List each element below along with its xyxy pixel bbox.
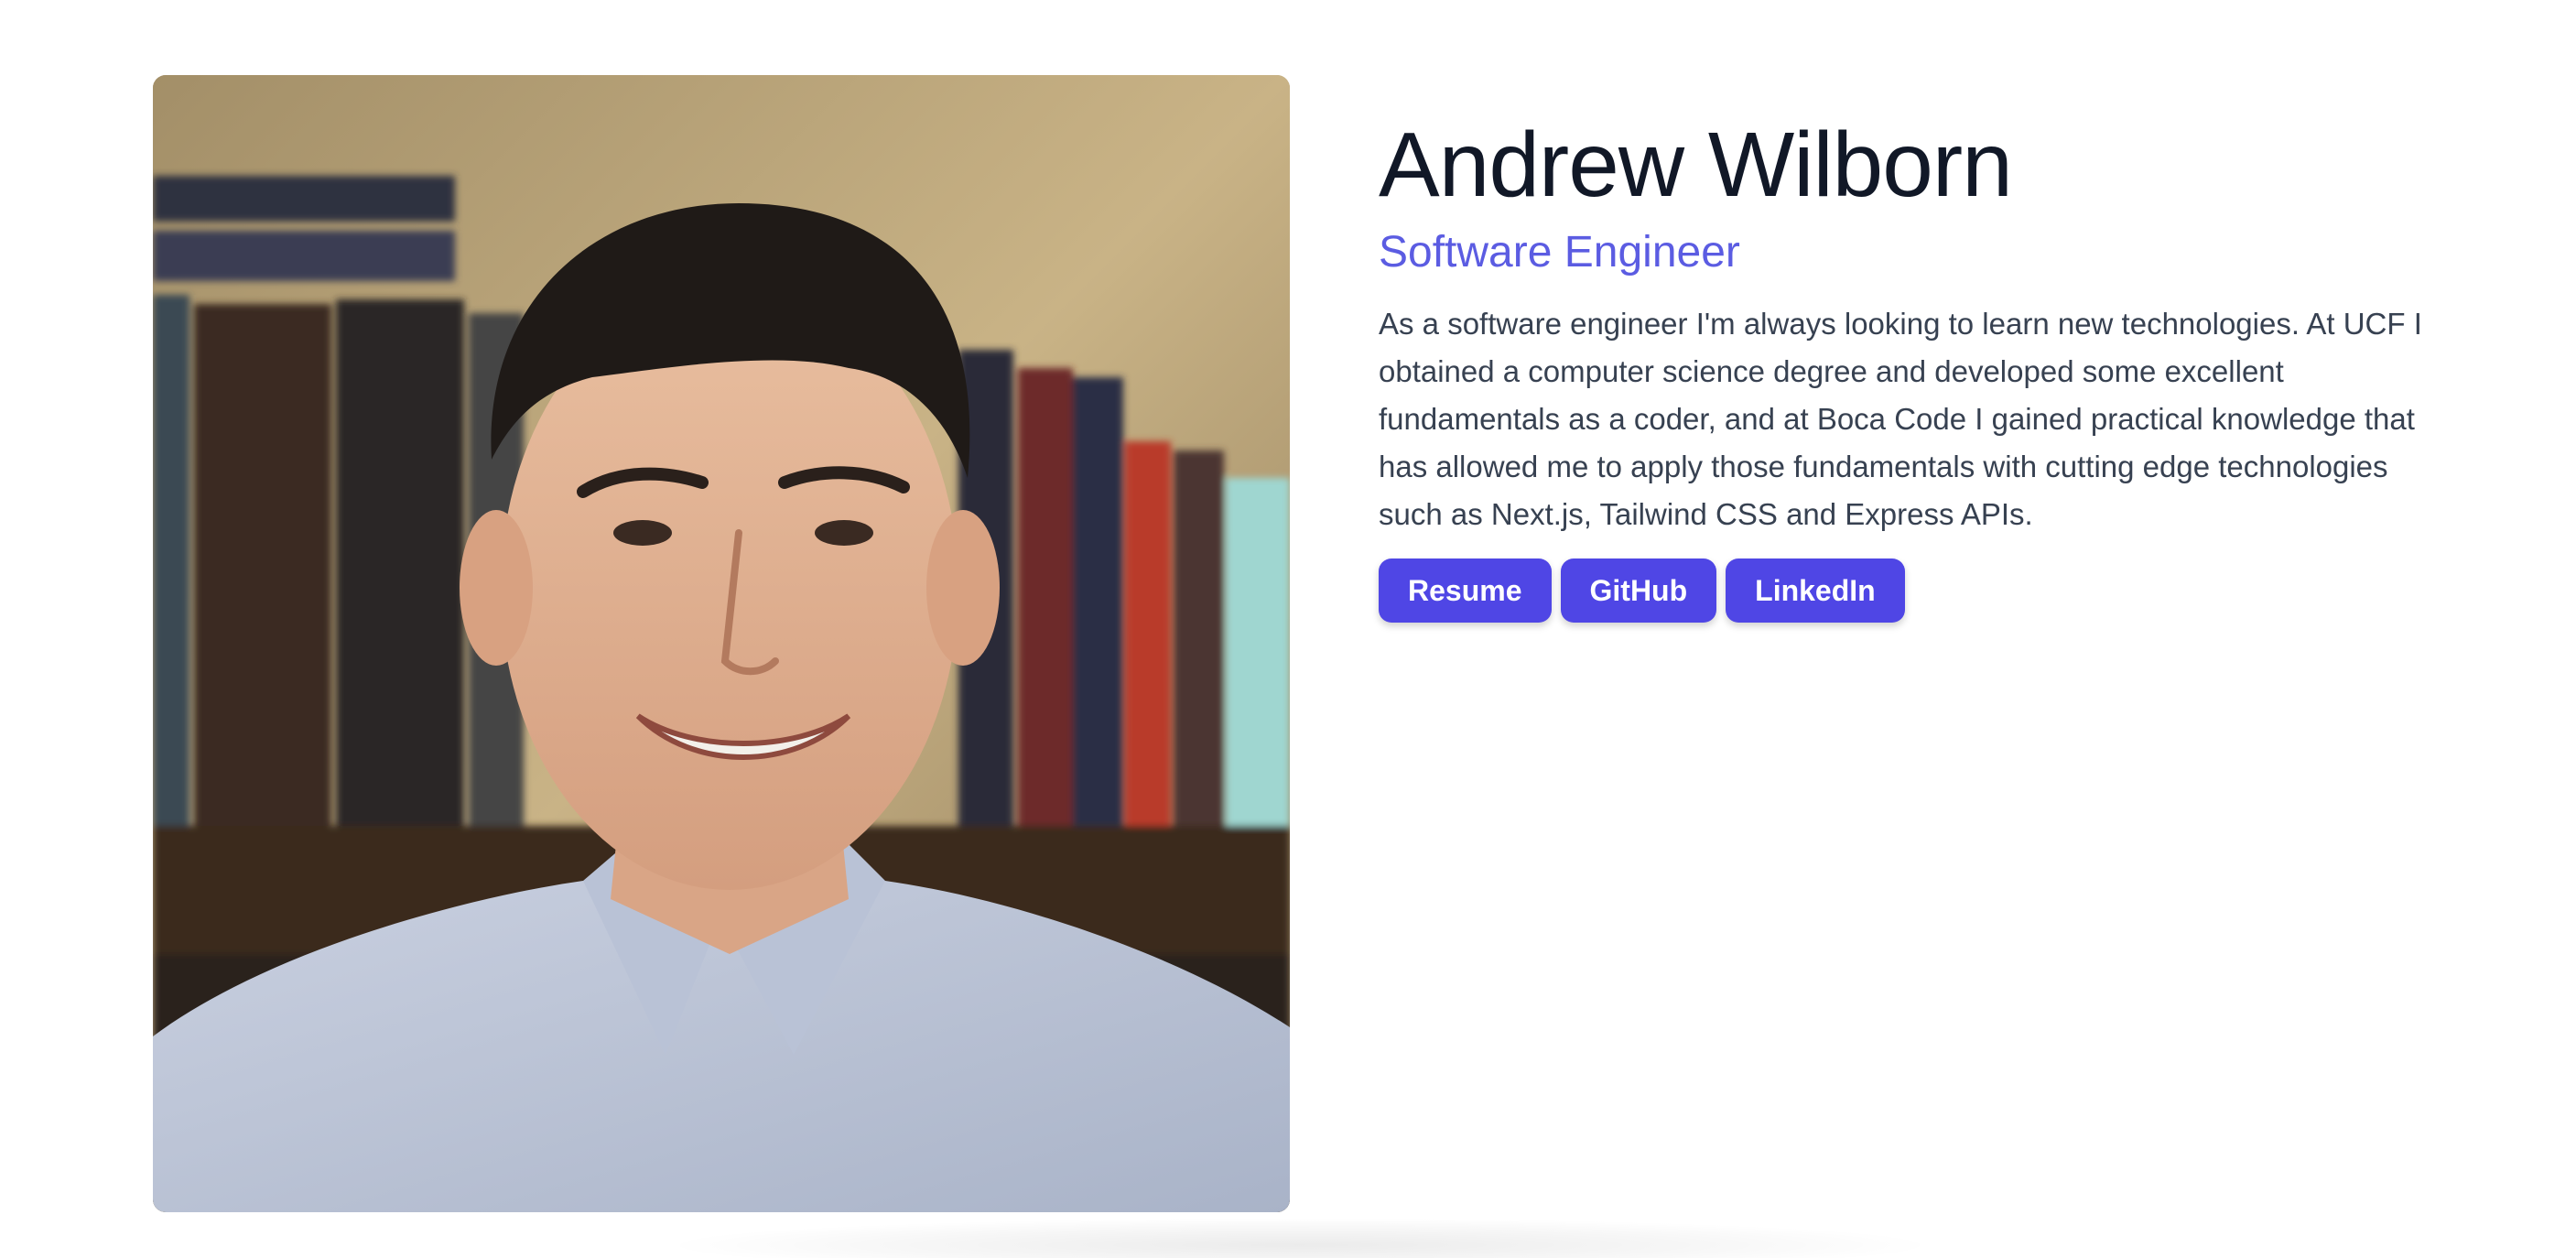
section-shadow	[659, 1218, 1941, 1258]
github-button[interactable]: GitHub	[1560, 559, 1717, 623]
intro-panel: Andrew Wilborn Software Engineer As a so…	[1379, 110, 2422, 623]
linkedin-button[interactable]: LinkedIn	[1726, 559, 1905, 623]
profile-photo	[153, 75, 1290, 1212]
link-buttons: Resume GitHub LinkedIn	[1379, 559, 2422, 623]
profile-bio: As a software engineer I'm always lookin…	[1379, 307, 2422, 531]
profile-role: Software Engineer	[1379, 228, 1740, 277]
profile-name: Andrew Wilborn	[1379, 114, 2013, 216]
resume-button[interactable]: Resume	[1379, 559, 1552, 623]
hero-section: Andrew Wilborn Software Engineer As a so…	[0, 0, 2576, 1258]
